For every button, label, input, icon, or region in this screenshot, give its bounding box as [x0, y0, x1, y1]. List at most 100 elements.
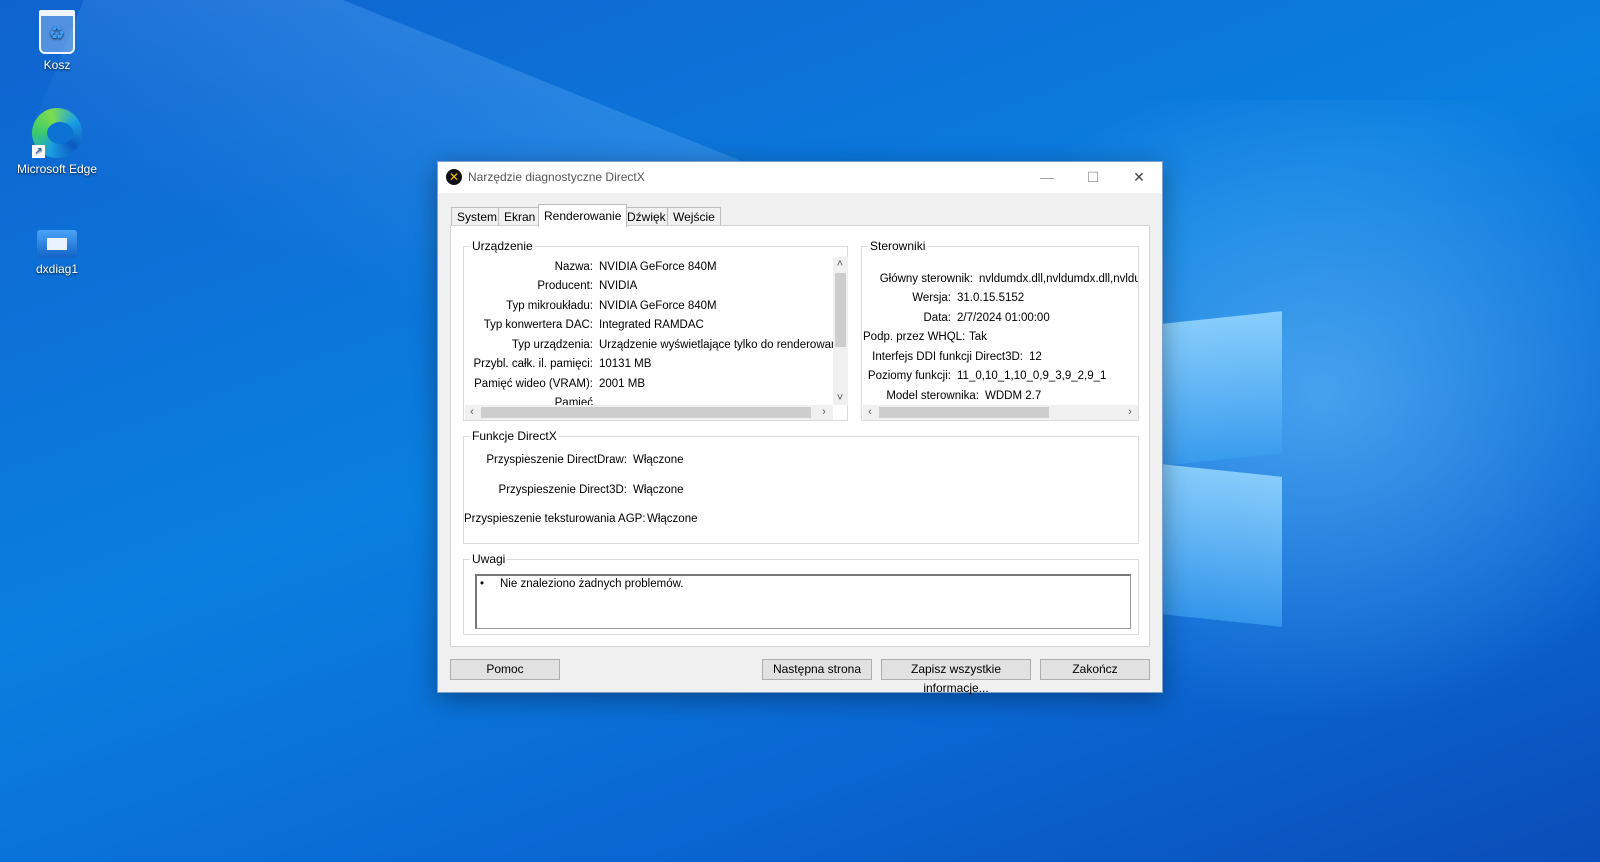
directx-label: Przyspieszenie teksturowania AGP: [464, 513, 646, 525]
scroll-thumb[interactable] [879, 407, 1049, 418]
tab-panel-renderowanie: Urządzenie Nazwa: NVIDIA GeForce 840M Pro… [450, 225, 1150, 647]
driver-row-date: Data: 2/7/2024 01:00:00 [863, 312, 1050, 324]
driver-value: Tak [969, 331, 987, 343]
scroll-right-arrow-icon[interactable]: › [1123, 405, 1137, 419]
device-value: 2001 MB [599, 378, 646, 390]
driver-value: 2/7/2024 01:00:00 [957, 312, 1050, 324]
driver-value: 11_0,10_1,10_0,9_3,9_2,9_1 [957, 370, 1107, 382]
driver-value: WDDM 2.7 [985, 390, 1042, 402]
minimize-button[interactable]: — [1024, 162, 1070, 193]
device-label: Przybl. całk. il. pamięci: [473, 358, 593, 370]
driver-label: Interfejs DDI funkcji Direct3D: [872, 351, 1023, 363]
edge-icon: ↗ [32, 108, 82, 158]
tab-renderowanie[interactable]: Renderowanie [538, 204, 628, 227]
device-label: Nazwa: [554, 261, 593, 273]
notes-box[interactable]: • Nie znaleziono żadnych problemów. [475, 574, 1131, 629]
device-group-title: Urządzenie [470, 239, 535, 253]
device-row-memory-partial: Pamięć [465, 397, 599, 405]
driver-label: Wersja: [912, 292, 951, 304]
exit-button[interactable]: Zakończ [1040, 659, 1150, 680]
notes-group: Uwagi • Nie znaleziono żadnych problemów. [463, 552, 1139, 635]
driver-row-main: Główny sterownik: nvldumdx.dll,nvldumdx.d… [863, 273, 1138, 285]
scroll-thumb[interactable] [835, 273, 846, 347]
tab-wejscie[interactable]: Wejście [667, 207, 721, 226]
directx-features-group: Funkcje DirectX Przyspieszenie DirectDra… [463, 429, 1139, 544]
desktop-icon-label: Microsoft Edge [16, 162, 98, 176]
device-horizontal-scrollbar[interactable]: ‹ › [465, 405, 833, 420]
shortcut-arrow-icon: ↗ [32, 145, 45, 158]
tab-dzwiek[interactable]: Dźwięk [621, 207, 672, 226]
driver-value: nvldumdx.dll,nvldumdx.dll,nvldumdx.dll,n… [979, 273, 1138, 285]
directx-label: Przyspieszenie DirectDraw: [486, 454, 627, 466]
notes-title: Uwagi [470, 552, 508, 566]
directx-features-title: Funkcje DirectX [470, 429, 559, 443]
driver-value: 12 [1029, 351, 1042, 363]
driver-label: Podp. przez WHQL: [863, 331, 966, 343]
device-value: 10131 MB [599, 358, 652, 370]
device-info-list: Nazwa: NVIDIA GeForce 840M Producent: NVID… [465, 257, 833, 405]
save-all-button[interactable]: Zapisz wszystkie informacje... [881, 659, 1031, 695]
driver-label: Poziomy funkcji: [867, 370, 951, 382]
directx-row-direct3d: Przyspieszenie Direct3D: Włączone [464, 484, 684, 496]
device-group: Urządzenie Nazwa: NVIDIA GeForce 840M Pro… [463, 239, 848, 421]
device-row-manufacturer: Producent: NVIDIA [465, 280, 637, 292]
drivers-horizontal-scrollbar[interactable]: ‹ › [863, 405, 1138, 420]
scroll-up-arrow-icon[interactable]: ˄ [833, 257, 847, 271]
driver-label: Data: [923, 312, 952, 324]
device-label: Producent: [537, 280, 593, 292]
tab-ekran[interactable]: Ekran [498, 207, 542, 226]
driver-value: 31.0.15.5152 [957, 292, 1025, 304]
desktop-icon-label: dxdiag1 [35, 262, 79, 276]
driver-row-whql: Podp. przez WHQL: Tak [863, 331, 987, 343]
directx-value: Włączone [633, 454, 684, 466]
device-label: Typ mikroukładu: [506, 300, 593, 312]
recycle-bin-icon: ♻ [39, 10, 75, 54]
scroll-down-arrow-icon[interactable]: ˅ [833, 391, 847, 405]
next-page-button[interactable]: Następna strona [762, 659, 872, 680]
device-value: NVIDIA [599, 280, 638, 292]
driver-label: Model sterownika: [886, 390, 979, 402]
drivers-group: Sterowniki Główny sterownik: nvldumdx.dll… [861, 239, 1139, 421]
scroll-left-arrow-icon[interactable]: ‹ [863, 405, 877, 419]
device-row-chip-type: Typ mikroukładu: NVIDIA GeForce 840M [465, 300, 717, 312]
scroll-right-arrow-icon[interactable]: › [817, 405, 831, 419]
notes-item-text: Nie znaleziono żadnych problemów. [500, 578, 684, 590]
device-label: Pamięć wideo (VRAM): [474, 378, 593, 390]
device-row-dac-type: Typ konwertera DAC: Integrated RAMDAC [465, 319, 704, 331]
maximize-button[interactable]: ☐ [1070, 162, 1116, 193]
device-label: Typ urządzenia: [511, 339, 593, 351]
desktop-icon-edge[interactable]: ↗ Microsoft Edge [7, 108, 107, 176]
device-label: Pamięć [554, 397, 593, 405]
directx-icon: ✕ [446, 169, 462, 185]
close-button[interactable]: ✕ [1116, 162, 1162, 193]
device-row-device-type: Typ urządzenia: Urządzenie wyświetlające … [465, 339, 833, 351]
device-value: NVIDIA GeForce 840M [599, 300, 717, 312]
device-value: NVIDIA GeForce 840M [599, 261, 717, 273]
notes-item: • Nie znaleziono żadnych problemów. [480, 578, 683, 590]
windows-logo-pane-top [1152, 311, 1282, 467]
tab-system[interactable]: System [451, 207, 504, 226]
window-title: Narzędzie diagnostyczne DirectX [468, 170, 645, 184]
scroll-left-arrow-icon[interactable]: ‹ [465, 405, 479, 419]
driver-row-feature-levels: Poziomy funkcji: 11_0,10_1,10_0,9_3,9_2,9… [863, 370, 1107, 382]
directx-label: Przyspieszenie Direct3D: [498, 484, 627, 496]
device-row-total-memory: Przybl. całk. il. pamięci: 10131 MB [465, 358, 651, 370]
desktop-icon-label: Kosz [43, 58, 71, 72]
device-vertical-scrollbar[interactable]: ˄ ˅ [833, 257, 848, 405]
driver-row-ddi: Interfejs DDI funkcji Direct3D: 12 [863, 351, 1042, 363]
scroll-thumb[interactable] [481, 407, 811, 418]
device-row-vram: Pamięć wideo (VRAM): 2001 MB [465, 378, 645, 390]
title-bar[interactable]: ✕ Narzędzie diagnostyczne DirectX — ☐ ✕ [438, 162, 1162, 193]
desktop-icon-dxdiag[interactable]: dxdiag1 [7, 230, 107, 276]
driver-row-model: Model sterownika: WDDM 2.7 [863, 390, 1041, 402]
directx-value: Włączone [633, 484, 684, 496]
dxdiag-file-icon [37, 230, 77, 258]
drivers-group-title: Sterowniki [868, 239, 928, 253]
help-button[interactable]: Pomoc [450, 659, 560, 680]
driver-row-version: Wersja: 31.0.15.5152 [863, 292, 1024, 304]
device-value [593, 397, 599, 405]
device-label: Typ konwertera DAC: [483, 319, 593, 331]
directx-row-directdraw: Przyspieszenie DirectDraw: Włączone [464, 454, 684, 466]
device-value: Urządzenie wyświetlające tylko do render… [599, 339, 833, 351]
desktop-icon-recycle-bin[interactable]: ♻ Kosz [7, 10, 107, 72]
